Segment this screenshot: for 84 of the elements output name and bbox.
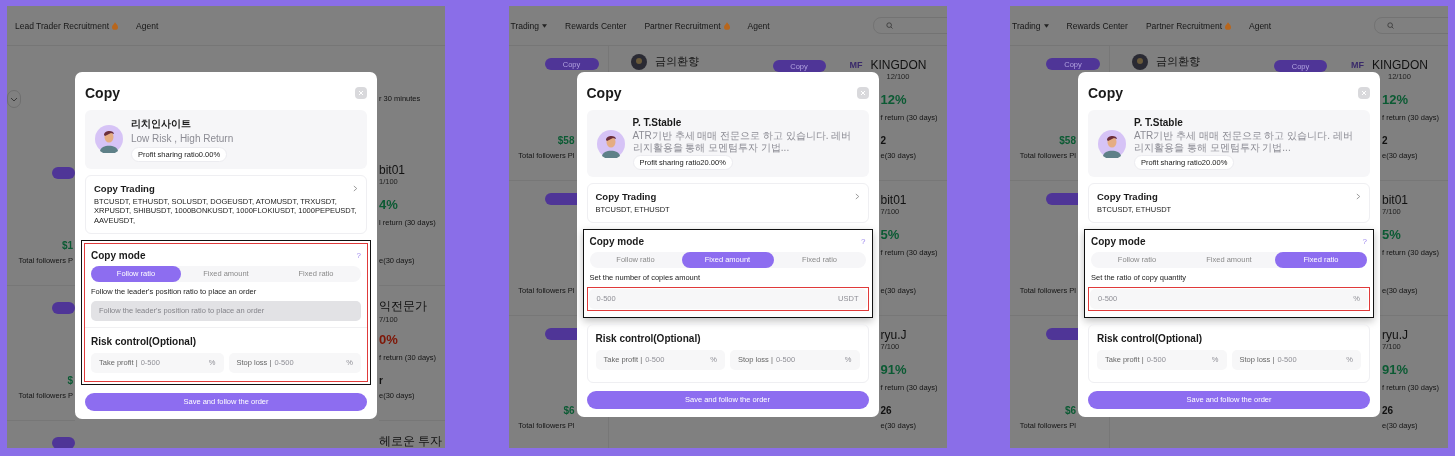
section-title: Copy mode [589, 235, 644, 247]
section-title: Copy Trading [595, 191, 657, 202]
trader-name: 금의환향 [654, 54, 699, 69]
trader-logo: MF [1351, 60, 1364, 70]
help-icon[interactable]: ? [861, 236, 866, 246]
avatar-icon [596, 129, 625, 158]
nav-link[interactable]: Lead Trader Recruitment [15, 20, 119, 31]
section-title: Copy Trading [1097, 191, 1158, 202]
caret-icon [542, 23, 547, 28]
stat-value: $58 [1059, 134, 1076, 146]
dialog-title: Copy [586, 85, 622, 101]
stat-value: $ [67, 374, 73, 386]
trader-name: 금의환향 [1156, 54, 1200, 69]
help-icon[interactable]: ? [356, 250, 361, 260]
trader-description: ATR기반 추세 매매 전문으로 하고 있습니다. 레버리지활용을 통해 모멘텀투자 기법... [632, 130, 853, 153]
trader-description: ATR기반 추세 매매 전문으로 하고 있습니다. 레버리지활용을 통해 모멘텀투자 기법... [1134, 130, 1354, 153]
stat-value: $6 [563, 404, 575, 416]
return-percent: 4% [379, 196, 398, 212]
nav-link[interactable]: Agent [136, 20, 159, 31]
search-field[interactable] [872, 17, 947, 34]
chevron-right-icon [353, 184, 358, 192]
avatar-icon [1132, 54, 1148, 70]
help-icon[interactable]: ? [1362, 236, 1367, 246]
search-icon [1387, 22, 1394, 29]
trader-name: P. T.Stable [632, 117, 682, 128]
section-title: Risk control(Optional) [91, 335, 197, 347]
caret-icon [1043, 23, 1049, 28]
dropdown-icon[interactable] [7, 89, 21, 108]
stat-value: 26 [1382, 404, 1394, 416]
return-percent: 0% [379, 331, 398, 347]
stat-value: 26 [880, 404, 892, 416]
flame-icon [112, 21, 119, 30]
trader-name: ryu.J [1382, 328, 1408, 342]
trader-logo: MF [849, 60, 863, 70]
stat-value: $58 [557, 134, 575, 146]
nav-link[interactable]: Partner Recruitment [644, 20, 730, 31]
stat-value: r [379, 374, 383, 386]
trader-name: 익전문가 [379, 298, 427, 315]
return-percent: 5% [1382, 226, 1401, 242]
section-title: Copy Trading [94, 182, 155, 194]
stat-value: $6 [1064, 404, 1076, 416]
return-percent: 12% [1382, 91, 1409, 107]
nav-link[interactable]: Rewards Center [1066, 20, 1128, 31]
nav-link[interactable]: Rewards Center [565, 20, 627, 31]
close-icon[interactable] [1358, 87, 1370, 99]
trader-name: 리치인사이트 [131, 117, 191, 131]
return-percent: 91% [1382, 361, 1409, 377]
search-field[interactable] [1374, 17, 1448, 34]
trader-name: bit01 [880, 193, 907, 207]
return-percent: 5% [880, 226, 900, 242]
chevron-right-icon [1356, 193, 1361, 200]
return-percent: 12% [880, 91, 907, 107]
avatar-icon [95, 125, 123, 154]
section-title: Copy mode [91, 249, 146, 261]
chevron-right-icon [854, 193, 860, 200]
avatar-icon [1098, 129, 1126, 158]
stat-value: 2 [880, 134, 887, 146]
trader-name: bit01 [1382, 193, 1409, 207]
section-title: Risk control(Optional) [595, 332, 702, 344]
trader-name: ryu.J [880, 328, 907, 342]
stat-value: 2 [1382, 134, 1388, 146]
section-title: Copy mode [1091, 235, 1146, 247]
dialog-title: Copy [85, 85, 120, 101]
flame-icon [723, 21, 730, 30]
stat-value: $1 [61, 239, 73, 251]
nav-link[interactable]: Trading [1012, 20, 1049, 31]
section-title: Risk control(Optional) [1097, 332, 1203, 344]
flame-icon [1225, 21, 1231, 30]
trader-name: KINGDON [870, 58, 927, 72]
nav-link[interactable]: Partner Recruitment [1145, 20, 1231, 31]
return-percent: 91% [880, 361, 907, 377]
close-icon[interactable] [856, 87, 869, 99]
close-icon[interactable] [355, 87, 367, 99]
trader-name: KINGDON [1372, 58, 1428, 72]
trader-name: 헤로운 투자 [379, 433, 443, 448]
dialog-title: Copy [1088, 85, 1123, 101]
nav-link[interactable]: Agent [747, 20, 770, 31]
trader-name: P. T.Stable [1134, 117, 1183, 128]
avatar-icon [630, 54, 647, 70]
search-icon [885, 22, 893, 29]
nav-link[interactable]: Agent [1249, 20, 1272, 31]
trader-name: bit01 [379, 163, 406, 177]
nav-link[interactable]: Trading [510, 20, 547, 31]
trader-description: Low Risk , High Return [131, 133, 234, 145]
